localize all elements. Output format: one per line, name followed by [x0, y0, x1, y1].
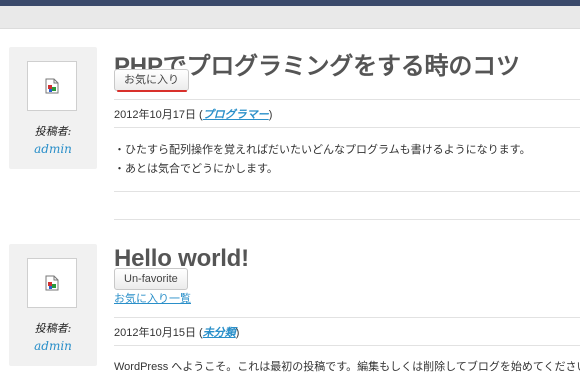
divider — [114, 127, 580, 128]
avatar — [27, 61, 77, 111]
divider — [114, 317, 580, 318]
post-content-line: ・あとは気合でどうにかします。 — [114, 163, 278, 175]
highlight-underline — [117, 90, 187, 92]
author-box: 投稿者: admin — [9, 244, 97, 366]
paren-close: ) — [268, 109, 273, 121]
divider — [114, 99, 580, 100]
sub-header-bar — [0, 6, 580, 29]
category-link[interactable]: プログラマー — [203, 109, 269, 121]
author-link[interactable]: admin — [9, 142, 97, 156]
favorites-list-link[interactable]: お気に入り一覧 — [114, 290, 191, 306]
author-box: 投稿者: admin — [9, 47, 97, 169]
post-meta: 2012年10月17日 (プログラマー) — [114, 106, 272, 122]
post-date: 2012年10月17日 — [114, 109, 196, 121]
divider — [114, 345, 580, 346]
post-date: 2012年10月15日 — [114, 327, 196, 339]
paren-close: ) — [235, 327, 240, 339]
favorite-button[interactable]: お気に入り — [114, 69, 189, 91]
author-label: 投稿者: — [34, 125, 72, 138]
divider — [114, 191, 580, 192]
avatar — [27, 258, 77, 308]
category-link[interactable]: 未分類 — [203, 327, 236, 339]
post-content-line: ・ひたすら配列操作を覚えればだいたいどんなプログラムも書けるようになります。 — [114, 144, 531, 156]
unfavorite-button[interactable]: Un-favorite — [114, 268, 188, 290]
author-link[interactable]: admin — [9, 339, 97, 353]
post-content-line: WordPress へようこそ。これは最初の投稿です。編集もしくは削除してブログ… — [114, 361, 580, 373]
author-label: 投稿者: — [34, 322, 72, 335]
post-meta: 2012年10月15日 (未分類) — [114, 324, 239, 340]
divider — [114, 219, 580, 220]
